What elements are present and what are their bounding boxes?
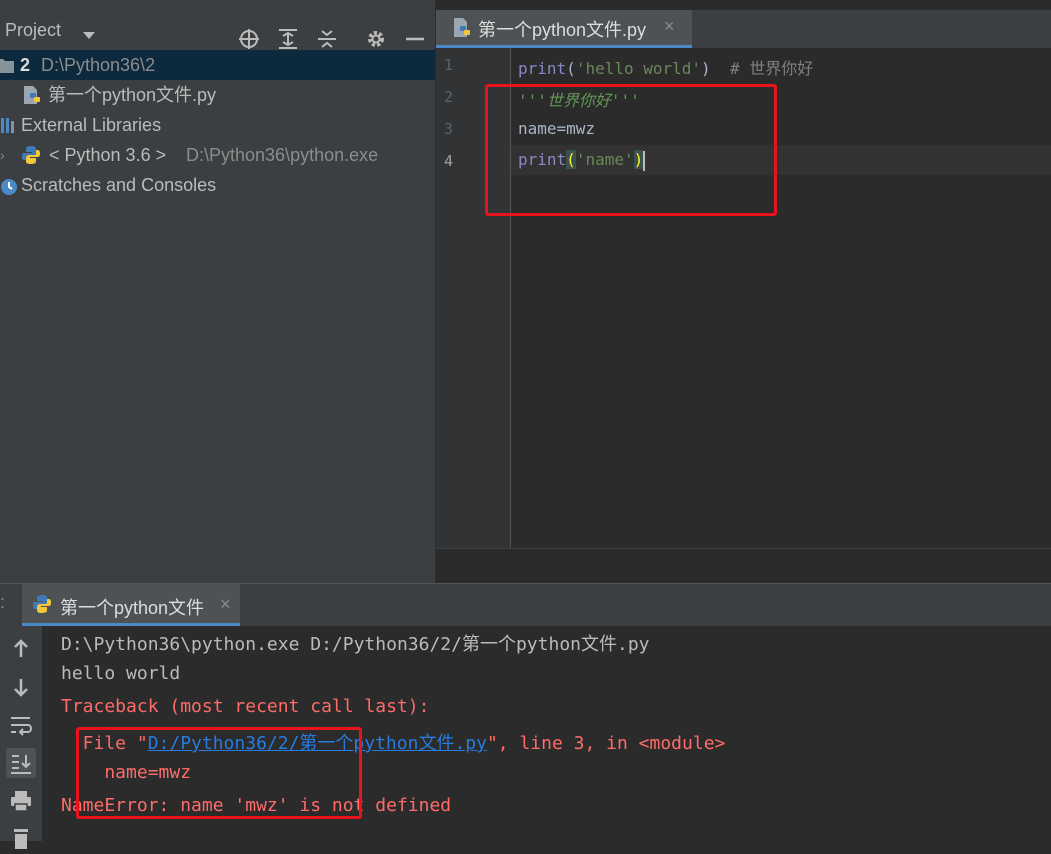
tree-item-label: < Python 3.6 >	[49, 145, 167, 165]
console-text: ", line 3, in <module>	[486, 733, 726, 754]
down-arrow-icon[interactable]	[6, 672, 36, 702]
tree-item-scratches[interactable]: Scratches and Consoles	[0, 170, 435, 200]
project-title[interactable]: Project	[5, 20, 61, 41]
tree-item-project-root[interactable]: 2 D:\Python36\2	[0, 50, 435, 80]
tree-item-python-sdk[interactable]: › < Python 3.6 > D:\Python36\python.exe	[0, 140, 435, 170]
console-command: D:\Python36\python.exe D:/Python36/2/第一个…	[61, 634, 650, 655]
code-comment: # 世界你好	[710, 59, 814, 78]
chevron-down-icon[interactable]	[83, 32, 95, 39]
python-file-icon	[454, 18, 470, 37]
project-panel: Project 2 D:\Python36\2 第一个python文件.py E…	[0, 0, 435, 583]
library-icon	[1, 118, 14, 133]
collapse-all-icon[interactable]	[316, 28, 338, 50]
console-traceback: Traceback (most recent call last):	[61, 696, 430, 717]
project-header: Project	[0, 10, 435, 50]
code-token: 'hello world'	[575, 59, 702, 78]
annotation-box	[485, 84, 777, 216]
code-token: )	[701, 59, 711, 78]
trash-icon[interactable]	[6, 824, 36, 854]
folder-icon	[0, 59, 14, 73]
editor-footer	[436, 548, 1051, 584]
minimize-icon[interactable]	[404, 28, 426, 50]
close-icon[interactable]: ×	[220, 594, 231, 615]
annotation-box	[76, 727, 362, 819]
close-icon[interactable]: ×	[664, 16, 675, 37]
code-line-1[interactable]: print('hello world') # 世界你好	[518, 55, 813, 79]
tree-item-path: D:\Python36\python.exe	[186, 145, 379, 165]
code-token: print	[518, 59, 567, 78]
python-icon	[22, 146, 40, 164]
locate-icon[interactable]	[238, 28, 260, 50]
run-tab-label: 第一个python文件	[60, 598, 205, 618]
python-icon	[33, 595, 51, 613]
line-number: 3	[444, 120, 454, 138]
line-number: 1	[444, 56, 454, 74]
gear-icon[interactable]	[365, 28, 387, 50]
run-toolbar	[0, 626, 42, 849]
panel-label-icon: :	[0, 592, 6, 612]
up-arrow-icon[interactable]	[6, 634, 36, 664]
tree-item-label: Scratches and Consoles	[21, 175, 217, 195]
console-output-line: hello world	[61, 663, 181, 684]
tree-item-file[interactable]: 第一个python文件.py	[0, 80, 435, 110]
tree-item-label: 第一个python文件.py	[48, 85, 217, 105]
chevron-right-icon[interactable]: ›	[0, 140, 5, 170]
tree-item-external-libraries[interactable]: External Libraries	[0, 110, 435, 140]
scroll-to-end-icon[interactable]	[6, 748, 36, 778]
run-tab[interactable]: 第一个python文件 ×	[22, 584, 240, 626]
editor-tab-label: 第一个python文件.py	[478, 20, 647, 40]
print-icon[interactable]	[6, 786, 36, 816]
run-header: : 第一个python文件 ×	[0, 584, 1051, 626]
code-token: (	[566, 59, 576, 78]
editor-tab[interactable]: 第一个python文件.py ×	[436, 10, 692, 48]
line-number: 2	[444, 88, 454, 106]
python-file-icon	[24, 86, 40, 104]
scratches-icon	[1, 179, 17, 195]
soft-wrap-icon[interactable]	[6, 710, 36, 740]
expand-all-icon[interactable]	[277, 28, 299, 50]
tree-item-label: External Libraries	[21, 115, 162, 135]
line-number: 4	[444, 152, 454, 170]
tree-item-prefix: 2	[20, 55, 31, 75]
editor-tab-bar: 第一个python文件.py ×	[436, 0, 1051, 48]
tree-item-label: D:\Python36\2	[41, 55, 156, 75]
